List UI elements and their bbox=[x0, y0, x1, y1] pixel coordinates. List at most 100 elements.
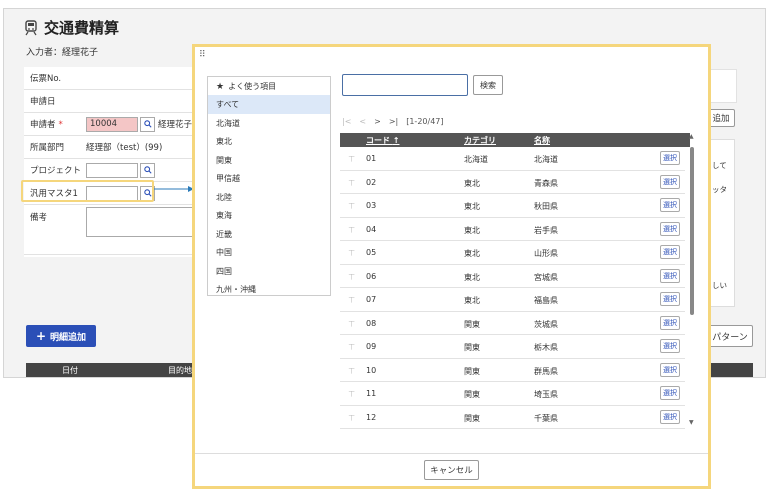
applicant-code-field[interactable]: 10004 bbox=[86, 116, 138, 132]
add-detail-button[interactable]: + 明細追加 bbox=[26, 325, 96, 347]
row-code: 02 bbox=[366, 177, 377, 187]
pin-icon[interactable]: ⊥ bbox=[348, 272, 355, 281]
cancel-button[interactable]: キャンセル bbox=[424, 460, 479, 480]
pin-icon[interactable]: ⊥ bbox=[348, 295, 355, 304]
col-category-header[interactable]: カテゴリ bbox=[464, 135, 496, 146]
category-item-kanto[interactable]: 関東 bbox=[208, 151, 330, 170]
table-row[interactable]: ⊥ 10 関東 群馬県 選択 bbox=[340, 359, 685, 382]
category-item-chugoku[interactable]: 中国 bbox=[208, 243, 330, 262]
pin-icon[interactable]: ⊥ bbox=[348, 319, 355, 328]
scroll-up-icon[interactable]: ▲ bbox=[689, 133, 694, 140]
pin-icon[interactable]: ⊥ bbox=[348, 413, 355, 422]
pin-icon[interactable]: ⊥ bbox=[348, 342, 355, 351]
pin-icon[interactable]: ⊥ bbox=[348, 225, 355, 234]
pin-icon[interactable]: ⊥ bbox=[348, 366, 355, 375]
row-select-button[interactable]: 選択 bbox=[660, 362, 680, 377]
right-add-button[interactable]: 追加 bbox=[707, 109, 735, 127]
category-item-kyushu[interactable]: 九州・沖縄 bbox=[208, 280, 330, 299]
page-range: [1-20/47] bbox=[406, 117, 444, 126]
pin-icon[interactable]: ⊥ bbox=[348, 154, 355, 163]
pin-icon[interactable]: ⊥ bbox=[348, 248, 355, 257]
project-label: プロジェクト bbox=[30, 166, 82, 176]
required-mark: * bbox=[58, 120, 63, 130]
scroll-down-icon[interactable]: ▼ bbox=[689, 419, 694, 426]
row-select-button[interactable]: 選択 bbox=[660, 315, 680, 330]
row-name: 北海道 bbox=[534, 155, 558, 164]
scrollbar-thumb[interactable] bbox=[690, 147, 694, 315]
row-select-button[interactable]: 選択 bbox=[660, 174, 680, 189]
category-item-favorites[interactable]: ★ よく使う項目 bbox=[208, 77, 330, 96]
row-select-button[interactable]: 選択 bbox=[660, 221, 680, 236]
table-row[interactable]: ⊥ 03 東北 秋田県 選択 bbox=[340, 194, 685, 218]
notes-textarea[interactable] bbox=[86, 207, 196, 237]
table-row[interactable]: ⊥ 02 東北 青森県 選択 bbox=[340, 171, 685, 194]
row-category: 関東 bbox=[464, 366, 480, 376]
prev-page-button[interactable]: < bbox=[359, 117, 366, 126]
row-select-button[interactable]: 選択 bbox=[660, 198, 680, 212]
table-row[interactable]: ⊥ 07 東北 福島県 選択 bbox=[340, 288, 685, 312]
row-select-button[interactable]: 選択 bbox=[660, 409, 680, 424]
result-grid-body: ⊥ 01 北海道 北海道 選択 ⊥ 02 東北 青森県 選択 ⊥ 03 東北 秋田県 選択 ⊥ 04 東北 岩手県選… bbox=[340, 147, 685, 429]
row-select-button[interactable]: 選択 bbox=[660, 386, 680, 400]
master-search-input[interactable] bbox=[342, 74, 468, 96]
category-item-hokuriku[interactable]: 北陸 bbox=[208, 188, 330, 207]
category-item-shikoku[interactable]: 四国 bbox=[208, 262, 330, 281]
right-table-header bbox=[707, 363, 753, 377]
form-row-department: 所属部門 経理部（test）(99) bbox=[24, 136, 204, 159]
table-row[interactable]: ⊥ 11 関東 埼玉県 選択 bbox=[340, 382, 685, 406]
col-name-header[interactable]: 名称 bbox=[534, 135, 550, 146]
last-page-button[interactable]: >| bbox=[389, 117, 398, 126]
master-select-modal: ⠿ ★ よく使う項目 すべて 北海道 東北 関東 甲信越 北陸 東海 近畿 中国… bbox=[192, 44, 711, 489]
table-row[interactable]: ⊥ 12 関東 千葉県 選択 bbox=[340, 406, 685, 429]
form-row-applicant: 申請者 * 10004 経理花子 bbox=[24, 113, 204, 136]
col-date: 日付 bbox=[62, 366, 78, 375]
row-name: 秋田県 bbox=[534, 202, 558, 211]
inputter-label: 入力者：経理花子 bbox=[26, 48, 99, 58]
row-select-button[interactable]: 選択 bbox=[660, 245, 680, 259]
table-row[interactable]: ⊥ 04 東北 岩手県 選択 bbox=[340, 218, 685, 241]
plus-icon: + bbox=[35, 329, 47, 343]
result-grid-header: コード ↑ カテゴリ 名称 bbox=[340, 133, 690, 147]
right-card-text: しい bbox=[712, 281, 727, 290]
drag-handle-icon[interactable]: ⠿ bbox=[199, 50, 206, 60]
applicant-label: 申請者 * bbox=[30, 120, 63, 130]
next-page-button[interactable]: > bbox=[374, 117, 381, 126]
project-search-button[interactable] bbox=[140, 162, 155, 178]
category-item-tohoku[interactable]: 東北 bbox=[208, 132, 330, 151]
category-item-koshinetsu[interactable]: 甲信越 bbox=[208, 169, 330, 188]
search-button[interactable]: 検索 bbox=[473, 75, 503, 95]
category-item-all[interactable]: すべて bbox=[208, 95, 330, 114]
row-select-button[interactable]: 選択 bbox=[660, 339, 680, 353]
row-code: 06 bbox=[366, 271, 377, 281]
category-item-hokkaido[interactable]: 北海道 bbox=[208, 114, 330, 133]
row-category: 東北 bbox=[464, 178, 480, 188]
category-item-tokai[interactable]: 東海 bbox=[208, 206, 330, 225]
row-name: 青森県 bbox=[534, 178, 558, 188]
table-row[interactable]: ⊥ 09 関東 栃木県 選択 bbox=[340, 335, 685, 359]
category-item-kinki[interactable]: 近畿 bbox=[208, 225, 330, 244]
row-select-button[interactable]: 選択 bbox=[660, 268, 680, 283]
applicant-search-button[interactable] bbox=[140, 116, 155, 132]
pin-icon[interactable]: ⊥ bbox=[348, 389, 355, 398]
row-name: 福島県 bbox=[534, 296, 558, 305]
first-page-button[interactable]: |< bbox=[342, 117, 351, 126]
row-select-button[interactable]: 選択 bbox=[660, 151, 680, 165]
table-row[interactable]: ⊥ 08 関東 茨城県 選択 bbox=[340, 312, 685, 335]
col-code-header[interactable]: コード ↑ bbox=[366, 135, 400, 146]
table-row[interactable]: ⊥ 01 北海道 北海道 選択 bbox=[340, 147, 685, 171]
row-select-button[interactable]: 選択 bbox=[660, 292, 680, 306]
table-row[interactable]: ⊥ 06 東北 宮城県 選択 bbox=[340, 265, 685, 288]
row-category: 東北 bbox=[464, 225, 480, 235]
table-row[interactable]: ⊥ 05 東北 山形県 選択 bbox=[340, 241, 685, 265]
applicant-name: 経理花子 bbox=[158, 120, 193, 130]
search-icon bbox=[143, 120, 152, 128]
right-pattern-button[interactable]: パターン bbox=[707, 325, 753, 347]
pin-icon[interactable]: ⊥ bbox=[348, 201, 355, 210]
row-category: 関東 bbox=[464, 343, 480, 352]
project-field[interactable] bbox=[86, 162, 138, 178]
row-code: 08 bbox=[366, 318, 377, 328]
pin-icon[interactable]: ⊥ bbox=[348, 178, 355, 187]
row-code: 10 bbox=[366, 365, 377, 375]
slip-no-label: 伝票No. bbox=[30, 74, 62, 84]
row-category: 関東 bbox=[464, 319, 480, 329]
